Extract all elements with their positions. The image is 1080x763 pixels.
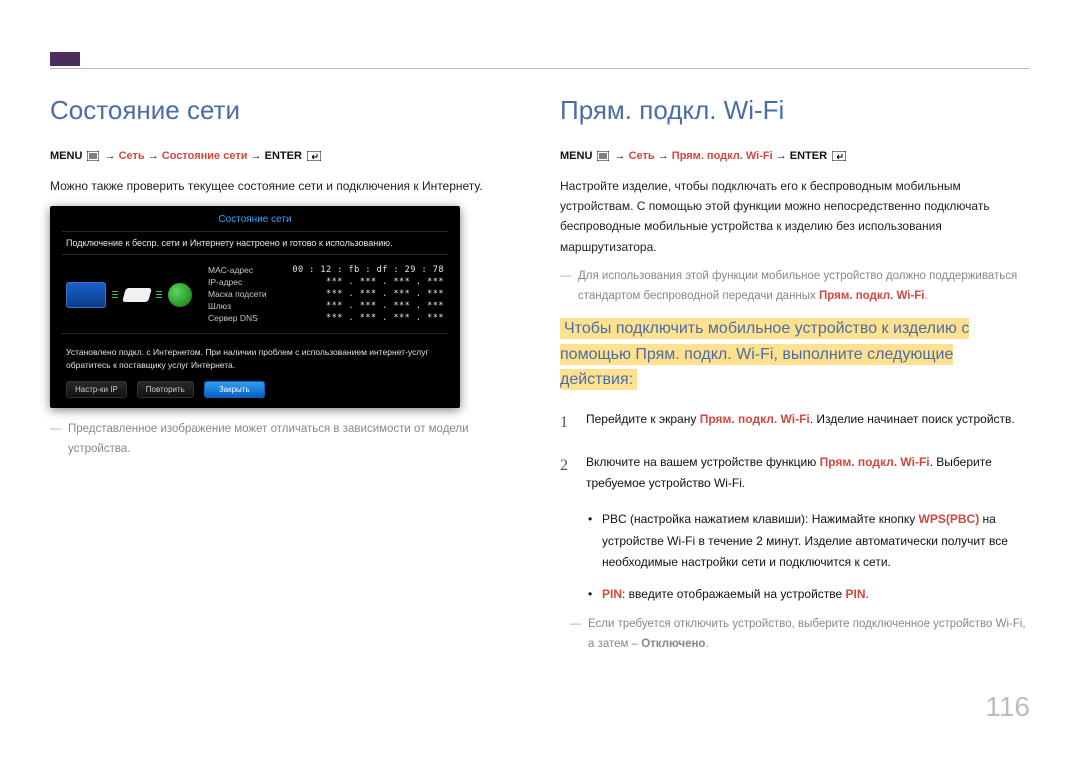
right-column: Прям. подкл. Wi-Fi MENU → Сеть → Прям. п… [560, 95, 1030, 664]
left-body: Можно также проверить текущее состояние … [50, 176, 520, 196]
path-net: Сеть [629, 150, 655, 162]
device-icon [66, 282, 106, 308]
right-note-2: Если требуется отключить устройство, выб… [570, 615, 1030, 654]
highlight-instruction: Чтобы подключить мобильное устройство к … [560, 316, 1030, 393]
step-2: 2 Включите на вашем устройстве функцию П… [560, 452, 1030, 495]
globe-icon [168, 283, 192, 307]
ns-msg: Установлено подкл. с Интернетом. При нал… [50, 340, 460, 382]
path-enter-label: ENTER [790, 150, 827, 162]
step-1: 1 Перейдите к экрану Прям. подкл. Wi-Fi.… [560, 409, 1030, 438]
path-menu-label: MENU [560, 150, 592, 162]
header-rule [50, 68, 1030, 69]
router-icon [122, 288, 152, 302]
path-enter-label: ENTER [265, 150, 302, 162]
enter-icon [832, 150, 846, 168]
menu-icon [597, 150, 609, 168]
right-body: Настройте изделие, чтобы подключать его … [560, 176, 1030, 258]
ns-btn-ip[interactable]: Настр-ки IP [66, 381, 127, 398]
header-accent-bar [50, 52, 80, 66]
ns-table: MAC-адрес00 : 12 : fb : df : 29 : 78 IP-… [208, 265, 444, 325]
bullet-pbc: PBC (настройка нажатием клавиши): Нажима… [588, 509, 1030, 574]
path-menu-label: MENU [50, 150, 82, 162]
ns-title: Состояние сети [50, 214, 460, 225]
network-status-screenshot: Состояние сети Подключение к беспр. сети… [50, 206, 460, 409]
ns-top-msg: Подключение к беспр. сети и Интернету на… [50, 238, 460, 254]
ns-btn-retry[interactable]: Повторить [137, 381, 194, 398]
left-column: Состояние сети MENU → Сеть → Состояние с… [50, 95, 520, 664]
enter-icon [307, 150, 321, 168]
left-menu-path: MENU → Сеть → Состояние сети → ENTER [50, 148, 520, 168]
path-net: Сеть [119, 150, 145, 162]
step-number: 2 [560, 452, 572, 495]
menu-icon [87, 150, 99, 168]
path-item: Прям. подкл. Wi-Fi [672, 150, 773, 162]
step-number: 1 [560, 409, 572, 438]
page-number: 116 [985, 691, 1030, 723]
right-menu-path: MENU → Сеть → Прям. подкл. Wi-Fi → ENTER [560, 148, 1030, 168]
left-note: Представленное изображение может отличат… [50, 420, 520, 459]
ns-connection-graphic [66, 282, 192, 308]
right-note-1: Для использования этой функции мобильное… [560, 267, 1030, 306]
right-heading: Прям. подкл. Wi-Fi [560, 95, 1030, 126]
left-heading: Состояние сети [50, 95, 520, 126]
path-item: Состояние сети [162, 150, 248, 162]
bullet-pin: PIN: введите отображаемый на устройстве … [588, 584, 1030, 606]
ns-btn-close[interactable]: Закрыть [204, 381, 265, 398]
